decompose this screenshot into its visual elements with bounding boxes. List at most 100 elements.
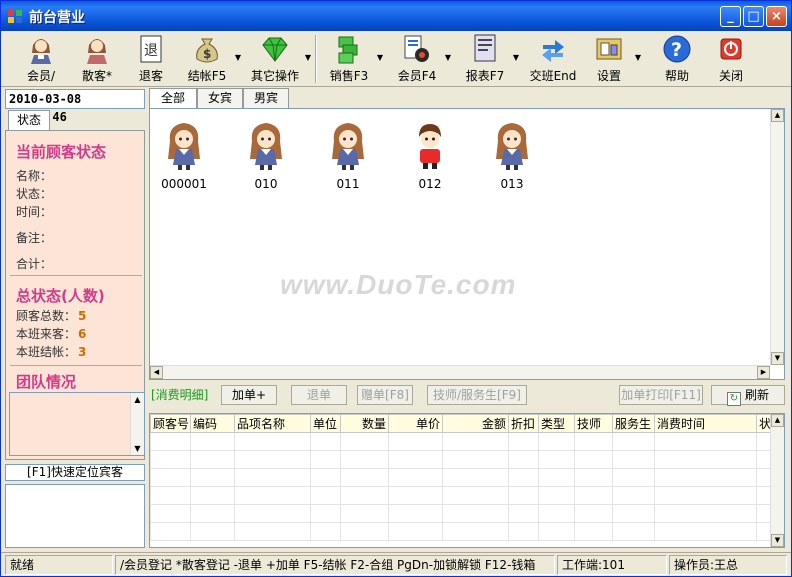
quick-locate-button[interactable]: [F1]快速定位宾客 [5, 464, 145, 481]
col-header[interactable]: 单位 [310, 414, 341, 433]
checkout-dropdown-arrow[interactable]: ▼ [233, 33, 241, 85]
guest-card[interactable]: 012 [400, 119, 460, 191]
watermark: www.DuoTe.com [280, 269, 517, 300]
field-time: 时间： [16, 205, 53, 219]
col-header[interactable]: 顾客号 [150, 414, 191, 433]
detail-grid: 顾客号 编码 品项名称 单位 数量 单价 金额 折扣 类型 技师 服务生 消费时… [149, 413, 785, 548]
member-card-icon [404, 35, 429, 62]
chevron-down-icon: ▼ [444, 53, 451, 62]
col-header[interactable]: 折扣 [508, 414, 539, 433]
scroll-down-icon[interactable]: ▼ [131, 442, 144, 455]
male-guest-icon [419, 124, 441, 169]
technician-button[interactable]: 技师/服务生[F9] [427, 385, 527, 405]
female-guest-icon [250, 123, 282, 170]
scroll-up-icon[interactable]: ▲ [771, 109, 784, 122]
scroll-left-icon[interactable]: ◀ [150, 366, 163, 379]
col-header[interactable]: 金额 [442, 414, 509, 433]
table-row [150, 486, 773, 505]
add-print-button[interactable]: 加单打印[F11] [619, 385, 703, 405]
tab-all[interactable]: 全部 [149, 88, 197, 109]
toolbar-sales-label: 销售F3 [329, 69, 369, 83]
col-header[interactable]: 品项名称 [234, 414, 311, 433]
table-row [150, 522, 773, 541]
left-bottom-area [5, 484, 145, 548]
tab-status[interactable]: 状态 [8, 110, 50, 130]
close-window-button[interactable]: × [766, 6, 787, 27]
col-header[interactable]: 技师 [574, 414, 613, 433]
minimize-button[interactable]: _ [720, 6, 741, 27]
shift-handover-icon [542, 40, 564, 62]
stat-value: 5 [78, 309, 87, 323]
female-guest-icon [168, 123, 200, 170]
team-scrollbar[interactable]: ▲ ▼ [130, 393, 144, 455]
toolbar: 会员/ 散客* 退 退客 $ 结帐F5 ▼ 其它操作 ▼ 销售F3 ▼ 会员F4… [1, 31, 791, 87]
col-header[interactable]: 数量 [340, 414, 389, 433]
settings-dropdown-arrow[interactable]: ▼ [633, 33, 641, 85]
field-status: 状态： [16, 187, 53, 201]
scroll-up-icon[interactable]: ▲ [131, 393, 144, 406]
guest-name: 010 [254, 177, 278, 191]
col-header[interactable]: 服务生 [612, 414, 655, 433]
report-dropdown-arrow[interactable]: ▼ [511, 33, 519, 85]
gift-order-button[interactable]: 赠单[F8] [357, 385, 413, 405]
other-dropdown-arrow[interactable]: ▼ [303, 33, 311, 85]
guest-horizontal-scrollbar[interactable]: ◀ ▶ [150, 365, 770, 379]
col-header[interactable]: 消费时间 [654, 414, 757, 433]
scroll-down-icon[interactable]: ▼ [771, 534, 784, 547]
female-guest-icon [332, 123, 364, 170]
svg-text:?: ? [671, 39, 682, 61]
tab-male[interactable]: 男宾 [243, 88, 289, 108]
toolbar-help-label: 帮助 [664, 69, 689, 83]
guest-vertical-scrollbar[interactable]: ▲ ▼ [770, 109, 784, 365]
toolbar-sales-button[interactable]: 销售F3 [327, 33, 371, 85]
add-order-button[interactable]: 加单+ [221, 385, 277, 405]
help-icon: ? [663, 35, 691, 63]
guest-card[interactable]: 011 [318, 119, 378, 191]
table-row [150, 450, 773, 469]
chevron-down-icon: ▼ [634, 53, 641, 62]
sales-dropdown-arrow[interactable]: ▼ [375, 33, 383, 85]
status-shortcuts: /会员登记 *散客登记 -退单 +加单 F5-结帐 F2-合组 PgDn-加锁解… [115, 555, 555, 575]
stat-shift-checkouts: 本班结帐： 3 [16, 343, 86, 360]
status-bar: 就绪 /会员登记 *散客登记 -退单 +加单 F5-结帐 F2-合组 PgDn-… [1, 552, 791, 576]
money-bag-icon: $ [196, 38, 218, 63]
guest-card[interactable]: 000001 [154, 119, 214, 191]
member-girl-icon [31, 39, 51, 64]
toolbar-report-button[interactable]: 报表F7 [463, 33, 507, 85]
toolbar-close-button[interactable]: 关闭 [711, 33, 751, 85]
scroll-up-icon[interactable]: ▲ [771, 414, 784, 427]
refresh-icon: ↻ [726, 392, 741, 406]
col-header[interactable]: 类型 [538, 414, 575, 433]
tab-female[interactable]: 女宾 [197, 88, 243, 108]
toolbar-member-card-button[interactable]: 会员F4 [395, 33, 439, 85]
svg-text:$: $ [203, 47, 211, 61]
grid-vertical-scrollbar[interactable]: ▲ ▼ [770, 414, 784, 547]
report-icon [474, 34, 496, 62]
maximize-button[interactable]: □ [743, 6, 764, 27]
col-header[interactable]: 单价 [388, 414, 443, 433]
return-order-button[interactable]: 退单 [291, 385, 347, 405]
title-bar[interactable]: 前台营业 _ □ × [1, 1, 791, 31]
toolbar-member-button[interactable]: 会员/ [19, 33, 63, 85]
sales-cubes-icon [338, 36, 358, 64]
guest-card[interactable]: 013 [482, 119, 542, 191]
toolbar-checkout-button[interactable]: $ 结帐F5 [185, 33, 229, 85]
scroll-down-icon[interactable]: ▼ [771, 352, 784, 365]
toolbar-shift-button[interactable]: 交班End [527, 33, 579, 85]
scroll-right-icon[interactable]: ▶ [757, 366, 770, 379]
toolbar-settings-button[interactable]: 设置 [589, 33, 629, 85]
toolbar-close-label: 关闭 [718, 69, 743, 83]
toolbar-help-button[interactable]: ? 帮助 [657, 33, 697, 85]
chevron-down-icon: ▼ [304, 53, 311, 62]
member-card-dropdown-arrow[interactable]: ▼ [443, 33, 451, 85]
guest-card[interactable]: 010 [236, 119, 296, 191]
toolbar-walkin-label: 散客* [81, 69, 112, 83]
team-list[interactable]: ▲ ▼ [9, 392, 145, 456]
current-customer-title: 当前顾客状态 [16, 143, 107, 161]
stat-total-customers: 顾客总数： 5 [16, 307, 86, 324]
col-header[interactable]: 编码 [190, 414, 235, 433]
toolbar-other-button[interactable]: 其它操作 [247, 33, 303, 85]
toolbar-return-button[interactable]: 退 退客 [131, 33, 171, 85]
refresh-button[interactable]: ↻ 刷新 [711, 385, 785, 406]
toolbar-walkin-button[interactable]: 散客* [75, 33, 119, 85]
